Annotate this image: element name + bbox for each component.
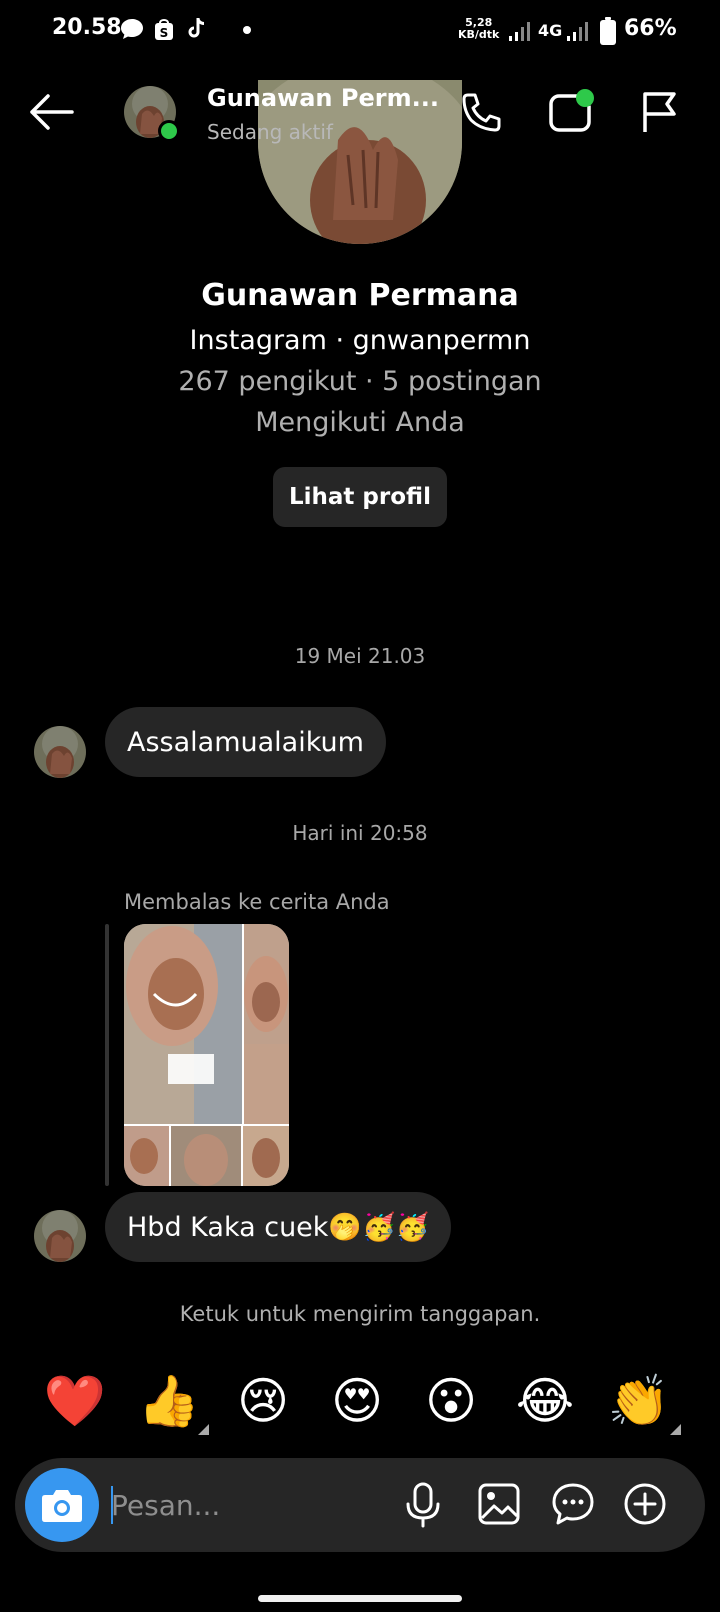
message-text: Assalamualaikum: [127, 726, 364, 758]
back-arrow-icon[interactable]: [28, 92, 74, 132]
dot-icon: [243, 26, 251, 34]
timestamp: 19 Mei 21.03: [294, 644, 426, 668]
quick-reply-icon[interactable]: [551, 1482, 595, 1526]
online-status-dot: [158, 120, 180, 142]
view-profile-button[interactable]: Lihat profil: [273, 467, 447, 527]
wifi-signal-icon: [509, 22, 530, 41]
header-username[interactable]: Gunawan Perm...: [207, 84, 439, 112]
chat-header: Gunawan Perm... Sedang aktif: [0, 72, 720, 152]
story-reply-label: Membalas ke cerita Anda: [124, 890, 390, 914]
reaction-surprised[interactable]: 😮: [416, 1366, 486, 1436]
reaction-clapping[interactable]: 👏: [604, 1366, 674, 1436]
svg-text:S: S: [160, 26, 169, 40]
message-text: Hbd Kaka cuek🤭🥳🥳: [127, 1212, 430, 1243]
battery-icon: [600, 17, 616, 45]
message-avatar[interactable]: [34, 726, 86, 778]
status-time: 20.58: [52, 15, 122, 40]
more-variants-indicator: [198, 1424, 209, 1435]
network-speed: 5,28 KB/dtk: [458, 17, 499, 41]
home-indicator[interactable]: [258, 1595, 462, 1602]
quick-reactions-bar: ❤️ 👍 😢 😍 😮 😂 👏: [0, 1366, 720, 1436]
profile-stats: 267 pengikut · 5 postingan: [178, 366, 542, 397]
reaction-laughing[interactable]: 😂: [510, 1366, 580, 1436]
message-bubble[interactable]: Assalamualaikum: [105, 707, 386, 777]
reply-indicator-bar: [105, 924, 109, 1186]
signal-icon: [567, 22, 588, 41]
plus-icon[interactable]: [623, 1482, 667, 1526]
camera-icon: [42, 1490, 82, 1522]
network-type: 4G: [538, 21, 563, 40]
profile-platform-username: Instagram · gnwanpermn: [189, 325, 531, 356]
shopee-icon: S: [155, 19, 173, 40]
gallery-icon[interactable]: [477, 1482, 521, 1526]
timestamp: Hari ini 20:58: [292, 821, 428, 845]
message-input[interactable]: [111, 1480, 381, 1530]
flag-icon[interactable]: [640, 90, 680, 134]
more-variants-indicator: [670, 1424, 681, 1435]
message-avatar[interactable]: [34, 1210, 86, 1262]
status-bar: 20.58 S 5,28 KB/dtk 4G 66%: [0, 0, 720, 62]
profile-full-name: Gunawan Permana: [201, 278, 519, 313]
profile-follow-status: Mengikuti Anda: [255, 407, 465, 438]
header-activity-status: Sedang aktif: [207, 120, 333, 144]
voice-call-icon[interactable]: [460, 90, 504, 134]
message-composer: [15, 1458, 705, 1552]
reaction-crying[interactable]: 😢: [228, 1366, 298, 1436]
reaction-hint: Ketuk untuk mengirim tanggapan.: [179, 1302, 541, 1326]
video-call-icon[interactable]: [548, 86, 598, 134]
message-bubble[interactable]: Hbd Kaka cuek🤭🥳🥳: [105, 1192, 452, 1262]
chat-bubble-icon: [121, 19, 143, 39]
story-thumbnail[interactable]: [124, 924, 289, 1186]
battery-percent: 66%: [624, 16, 677, 41]
reaction-heart[interactable]: ❤️: [40, 1366, 110, 1436]
microphone-icon[interactable]: [405, 1482, 441, 1528]
speed-unit: KB/dtk: [458, 28, 500, 41]
tiktok-icon: [188, 17, 205, 38]
camera-button[interactable]: [25, 1468, 99, 1542]
reaction-thumbs-up[interactable]: 👍: [134, 1366, 204, 1436]
reaction-heart-eyes[interactable]: 😍: [322, 1366, 392, 1436]
